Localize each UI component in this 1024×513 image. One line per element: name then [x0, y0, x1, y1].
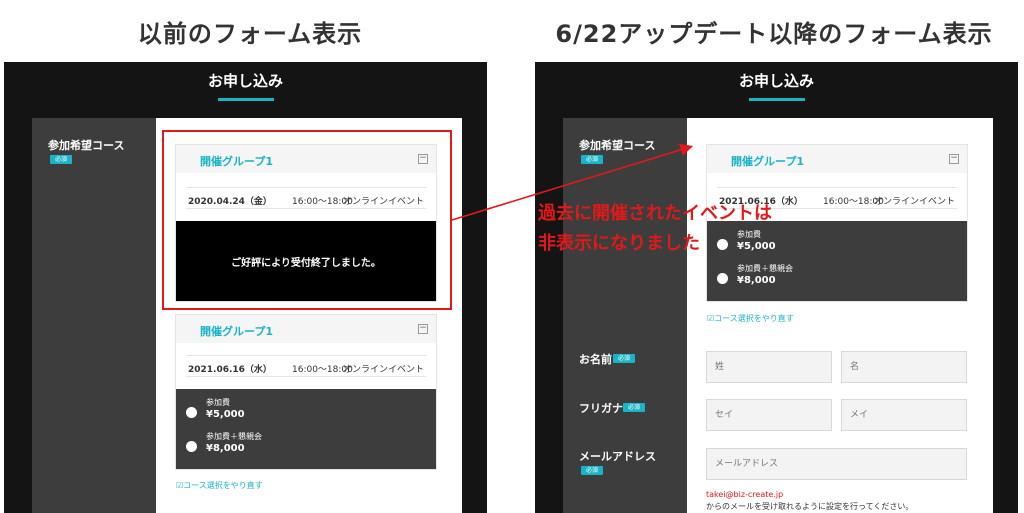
required-badge: 必須 — [623, 403, 645, 412]
first-kana-input[interactable] — [841, 399, 967, 431]
reset-course-link[interactable]: ☑コース選択をやり直す — [707, 313, 794, 324]
reset-link-text: コース選択をやり直す — [714, 314, 794, 323]
email-label: メールアドレス — [579, 450, 656, 463]
event-row: 2021.06.16（水） 16:00〜18:00 オンラインイベント — [186, 355, 426, 377]
group-header: 開催グループ1 − — [707, 145, 967, 173]
reset-link-text: コース選択をやり直す — [183, 481, 263, 490]
form-panel-before: お申し込み 参加希望コース 必須 開催グループ1 − 2020.04.24（金）… — [4, 62, 487, 513]
price-name: 参加費＋懇親会 — [206, 432, 262, 441]
group-title: 開催グループ1 — [200, 325, 273, 338]
event-type: オンラインイベント — [873, 197, 955, 207]
form-title: お申し込み — [738, 72, 814, 90]
required-badge: 必須 — [50, 155, 72, 164]
collapse-icon[interactable]: − — [949, 154, 959, 164]
required-badge: 必須 — [581, 155, 603, 164]
required-badge: 必須 — [581, 466, 603, 475]
required-badge: 必須 — [613, 354, 635, 363]
annotation-line-2: 非表示になりました — [538, 233, 700, 254]
first-name-input[interactable] — [841, 351, 967, 383]
kana-label: フリガナ — [579, 402, 623, 415]
name-label: お名前 — [579, 353, 612, 366]
price-value: ¥8,000 — [206, 443, 245, 454]
event-type: オンラインイベント — [342, 365, 424, 375]
radio-button[interactable] — [186, 441, 197, 452]
radio-button[interactable] — [717, 273, 728, 284]
reset-course-link[interactable]: ☑コース選択をやり直す — [176, 480, 263, 491]
price-value: ¥5,000 — [737, 241, 776, 252]
email-note-text: からのメールを受け取れるように設定を行ってください。 — [706, 502, 914, 511]
highlight-frame — [162, 130, 452, 310]
price-name: 参加費＋懇親会 — [737, 264, 793, 273]
price-name: 参加費 — [206, 398, 230, 407]
price-options: 参加費 ¥5,000 参加費＋懇親会 ¥8,000 — [707, 221, 967, 301]
price-options: 参加費 ¥5,000 参加費＋懇親会 ¥8,000 — [176, 389, 436, 469]
heading-after: 6/22アップデート以降のフォーム表示 — [555, 20, 993, 48]
price-value: ¥8,000 — [737, 275, 776, 286]
form-panel-after: お申し込み 参加希望コース 必須 開催グループ1 − 2021.06.16（水）… — [535, 62, 1018, 513]
course-label: 参加希望コース — [579, 139, 656, 152]
email-input[interactable] — [706, 448, 967, 480]
group-title: 開催グループ1 — [731, 155, 804, 168]
title-underline — [217, 98, 274, 101]
heading-before: 以前のフォーム表示 — [137, 20, 363, 48]
group-header: 開催グループ1 − — [176, 315, 436, 343]
price-name: 参加費 — [737, 230, 761, 239]
last-name-input[interactable] — [706, 351, 832, 383]
collapse-icon[interactable]: − — [418, 324, 428, 334]
label-column — [32, 118, 156, 513]
event-date: 2021.06.16（水） — [188, 365, 272, 375]
price-value: ¥5,000 — [206, 409, 245, 420]
radio-button[interactable] — [717, 239, 728, 250]
title-underline — [748, 98, 805, 101]
radio-button[interactable] — [186, 407, 197, 418]
form-title: お申し込み — [207, 72, 283, 90]
course-label: 参加希望コース — [48, 139, 125, 152]
group-card-current: 開催グループ1 − 2021.06.16（水） 16:00〜18:00 オンライ… — [175, 314, 437, 470]
annotation-line-1: 過去に開催されたイベントは — [538, 203, 772, 224]
last-kana-input[interactable] — [706, 399, 832, 431]
